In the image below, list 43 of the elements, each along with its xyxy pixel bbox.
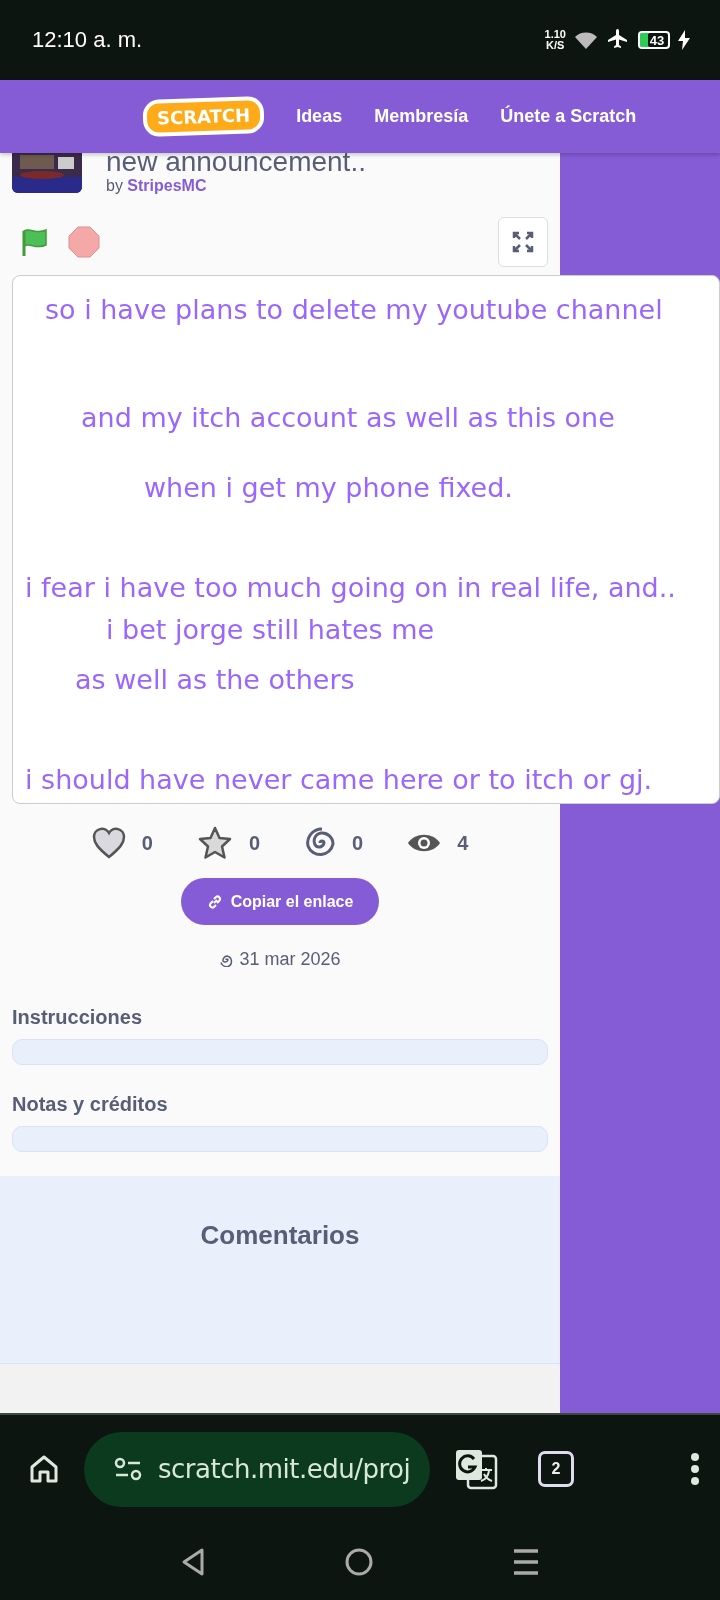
stat-count: 0 — [141, 831, 153, 855]
stage-text: i should have never came here or to itch or gj. — [25, 764, 653, 795]
home-circle-icon[interactable] — [345, 1547, 373, 1576]
link-icon — [206, 893, 223, 910]
tab-switcher-button[interactable]: 2 — [538, 1451, 574, 1487]
wifi-icon — [574, 30, 598, 50]
author-link[interactable]: StripesMC — [127, 177, 207, 194]
stage-text: i fear i have too much going on in real life, and.. — [25, 572, 676, 603]
translate-icon[interactable] — [454, 1448, 498, 1490]
stat-count: 0 — [248, 831, 260, 855]
home-icon[interactable] — [28, 1453, 60, 1485]
stage-text: i bet jorge still hates me — [106, 614, 435, 645]
nav-link[interactable]: Ideas — [296, 106, 343, 127]
tune-icon[interactable] — [114, 1457, 142, 1481]
nav-link[interactable]: Membresía — [374, 106, 469, 127]
expand-icon — [512, 231, 534, 253]
heart-icon[interactable] — [91, 827, 126, 859]
fullscreen-button[interactable] — [498, 217, 548, 267]
stage-text: and my itch account as well as this one — [81, 402, 615, 433]
author-line: by StripesMC — [106, 177, 208, 195]
battery-level: 43 — [638, 31, 670, 49]
stage-text: as well as the others — [75, 664, 355, 695]
copy-link-button[interactable]: Copiar el enlace — [180, 878, 380, 925]
star-icon[interactable] — [196, 826, 233, 860]
more-menu-icon[interactable] — [690, 1452, 700, 1486]
back-icon[interactable] — [181, 1546, 205, 1577]
address-bar[interactable]: scratch.mit.edu/proj — [84, 1431, 430, 1507]
recents-icon[interactable] — [513, 1547, 539, 1576]
project-title: new announcement.. — [106, 149, 366, 175]
charging-icon — [678, 30, 690, 50]
section-heading: Notas y créditos — [12, 1093, 169, 1116]
stage-text: when i get my phone fixed. — [144, 472, 513, 503]
status-time: 12:10 a. m. — [32, 27, 143, 53]
network-speed: 1.10 K/S — [544, 29, 566, 51]
share-date: 31 mar 2026 — [239, 949, 341, 970]
nav-link[interactable]: Únete a Scratch — [500, 106, 637, 127]
spiral-icon — [219, 952, 234, 967]
stat-count: 4 — [457, 831, 469, 855]
flag-icon[interactable] — [20, 227, 50, 257]
comments-heading: Comentarios — [200, 1220, 360, 1252]
stat-count: 0 — [352, 831, 364, 855]
section-heading: Instrucciones — [12, 1006, 144, 1029]
stage-text: so i have plans to delete my youtube channel — [45, 294, 663, 325]
